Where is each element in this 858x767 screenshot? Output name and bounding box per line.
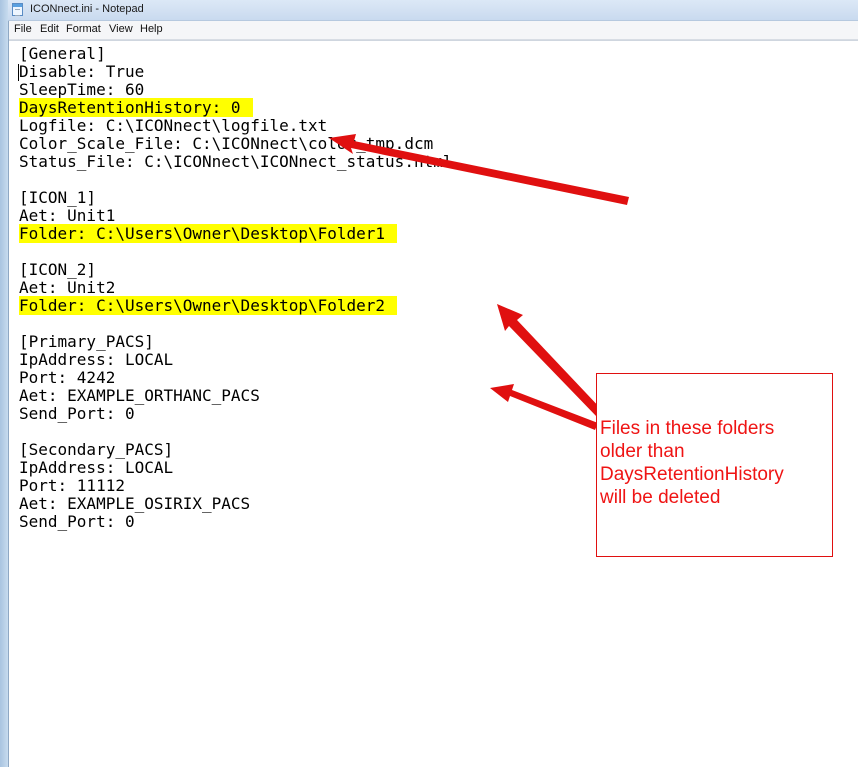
editor-line: Send_Port: 0 — [19, 405, 135, 423]
annotation-callout-text: Files in these folders older than DaysRe… — [600, 418, 784, 508]
editor-line: [General] — [19, 45, 106, 63]
editor-line: [ICON_2] — [19, 261, 96, 279]
line-text: [General] — [19, 44, 106, 63]
editor-line: IpAddress: LOCAL — [19, 459, 173, 477]
line-text: Port: 4242 — [19, 368, 116, 387]
editor-line: Send_Port: 0 — [19, 513, 135, 531]
line-text: Port: 11112 — [19, 476, 125, 495]
line-text: Disable: True — [19, 62, 145, 81]
line-text: Status_File: C:\ICONnect\ICONnect_status… — [19, 152, 453, 171]
title-bar[interactable]: ICONnect.ini - Notepad — [8, 0, 858, 21]
editor-line: IpAddress: LOCAL — [19, 351, 173, 369]
menu-help[interactable]: Help — [140, 23, 163, 35]
editor-line: Logfile: C:\ICONnect\logfile.txt — [19, 117, 327, 135]
highlighted-line-text: Folder: C:\Users\Owner\Desktop\Folder1 — [19, 224, 398, 243]
editor-line: Aet: Unit2 — [19, 279, 115, 297]
editor-line: [ICON_1] — [19, 189, 96, 207]
menu-view[interactable]: View — [109, 23, 133, 35]
line-text: Send_Port: 0 — [19, 404, 135, 423]
line-text: Aet: EXAMPLE_OSIRIX_PACS — [19, 494, 251, 513]
editor-line: Port: 11112 — [19, 477, 125, 495]
editor-line: Aet: EXAMPLE_ORTHANC_PACS — [19, 387, 260, 405]
menu-bar: File Edit Format View Help — [9, 21, 858, 40]
line-text: Color_Scale_File: C:\ICONnect\color_tmp.… — [19, 134, 434, 153]
line-text: IpAddress: LOCAL — [19, 458, 174, 477]
menu-format[interactable]: Format — [66, 23, 101, 35]
line-text: [Primary_PACS] — [19, 332, 154, 351]
editor-line: Port: 4242 — [19, 369, 115, 387]
editor-line: [Secondary_PACS] — [19, 441, 173, 459]
menu-file[interactable]: File — [14, 23, 32, 35]
line-text: Aet: Unit2 — [19, 278, 116, 297]
editor-line: SleepTime: 60 — [19, 81, 144, 99]
menu-edit[interactable]: Edit — [40, 23, 59, 35]
line-text: Aet: Unit1 — [19, 206, 116, 225]
window-frame-left — [0, 0, 9, 767]
line-text: Send_Port: 0 — [19, 512, 135, 531]
line-text: IpAddress: LOCAL — [19, 350, 174, 369]
line-text: Aet: EXAMPLE_ORTHANC_PACS — [19, 386, 260, 405]
editor-line: Folder: C:\Users\Owner\Desktop\Folder1 — [19, 224, 398, 243]
editor-line: [Primary_PACS] — [19, 333, 154, 351]
editor-line: Status_File: C:\ICONnect\ICONnect_status… — [19, 153, 452, 171]
annotation-callout-box: Files in these folders older than DaysRe… — [596, 373, 833, 557]
editor-line: Disable: True — [19, 63, 144, 81]
editor-line: Aet: Unit1 — [19, 207, 115, 225]
highlighted-line-text: DaysRetentionHistory: 0 — [19, 98, 253, 117]
line-text: SleepTime: 60 — [19, 80, 145, 99]
editor-line: Aet: EXAMPLE_OSIRIX_PACS — [19, 495, 250, 513]
editor-line: Color_Scale_File: C:\ICONnect\color_tmp.… — [19, 135, 433, 153]
line-text: [ICON_2] — [19, 260, 97, 279]
editor-line: DaysRetentionHistory: 0 — [19, 98, 253, 117]
line-text: [ICON_1] — [19, 188, 97, 207]
editor-line: Folder: C:\Users\Owner\Desktop\Folder2 — [19, 296, 398, 315]
notepad-window: ICONnect.ini - Notepad File Edit Format … — [0, 0, 858, 767]
line-text: Logfile: C:\ICONnect\logfile.txt — [19, 116, 328, 135]
highlighted-line-text: Folder: C:\Users\Owner\Desktop\Folder2 — [19, 296, 398, 315]
line-text: [Secondary_PACS] — [19, 440, 174, 459]
window-title: ICONnect.ini - Notepad — [30, 3, 144, 15]
notepad-app-icon[interactable] — [12, 3, 23, 16]
